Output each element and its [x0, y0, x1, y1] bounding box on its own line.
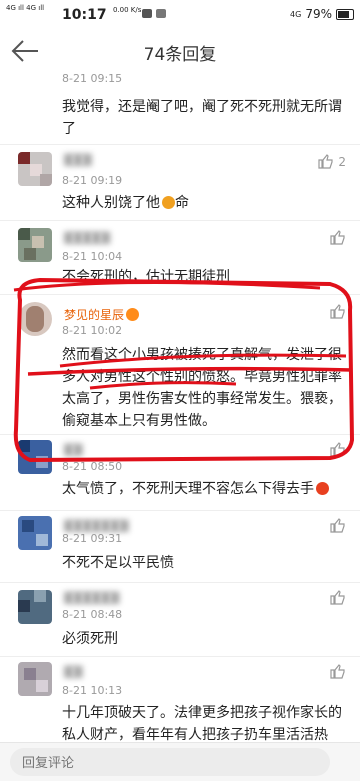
thumbs-up-icon	[330, 664, 345, 679]
comment-date: 8-21 08:50	[62, 460, 123, 473]
user-name[interactable]: ▇▇▇	[64, 152, 92, 166]
comment-item[interactable]: ▇▇▇▇▇ 8-21 10:04 不会死刑的，估计无期徒刑	[0, 222, 360, 295]
battery-percent: 79%	[305, 7, 332, 21]
user-name[interactable]: ▇▇	[64, 442, 82, 456]
comment-item[interactable]: ▇▇▇▇▇▇ 8-21 08:48 必须死刑	[0, 584, 360, 657]
crying-face-emoji-icon	[126, 308, 140, 321]
user-name[interactable]: 梦见的星辰	[64, 306, 140, 323]
thumbs-up-icon	[330, 230, 345, 245]
comment-text: 然而看这个小男孩被揍死了真解气，发泄了很多人对男性这个性别的愤怒。毕竟男性犯罪率…	[62, 347, 342, 429]
status-time: 10:17	[62, 7, 107, 23]
comment-item[interactable]: ▇▇▇▇▇▇▇ 8-21 09:31 不死不足以平民愤	[0, 512, 360, 583]
notification-icon	[142, 9, 152, 18]
laughing-face-emoji-icon	[162, 196, 175, 209]
status-bar: 4G ıll 4G ıll 10:17 0.00 K/s 4G 79%	[0, 0, 360, 30]
like-button[interactable]	[330, 518, 346, 533]
like-button[interactable]	[330, 664, 346, 679]
battery-icon	[336, 8, 354, 20]
avatar[interactable]	[18, 516, 52, 550]
like-button[interactable]	[330, 590, 346, 605]
comment-date: 8-21 09:19	[62, 174, 123, 187]
status-right: 4G 79%	[290, 7, 354, 21]
like-button[interactable]	[330, 230, 346, 245]
like-button[interactable]: 2	[318, 154, 346, 169]
comment-text: 不死不足以平民愤	[62, 555, 174, 571]
comment-text: 这种人别饶了他命	[62, 195, 189, 211]
network-indicator-right: 4G	[290, 9, 302, 19]
thumbs-up-icon	[330, 442, 345, 457]
thumbs-up-icon	[318, 154, 333, 169]
comment-item[interactable]: ▇▇ 8-21 08:50 太气愤了，不死刑天理不容怎么下得去手	[0, 436, 360, 511]
like-button[interactable]	[330, 304, 346, 319]
avatar[interactable]	[18, 152, 52, 186]
comment-date: 8-21 09:15	[62, 72, 123, 85]
comment-date: 8-21 09:31	[62, 532, 123, 545]
angry-face-emoji-icon	[316, 482, 329, 495]
network-indicator-left: 4G ıll 4G ıll	[6, 4, 45, 12]
avatar[interactable]	[18, 662, 52, 696]
like-button[interactable]	[330, 442, 346, 457]
comment-date: 8-21 10:02	[62, 324, 123, 337]
comment-text: 必须死刑	[62, 631, 118, 647]
user-name[interactable]: ▇▇▇▇▇	[64, 230, 110, 244]
notification-icon	[156, 9, 166, 18]
like-count: 2	[338, 154, 346, 169]
user-name[interactable]: ▇▇	[64, 664, 82, 678]
comment-text: 我觉得，还是阉了吧，阉了死不死刑就无所谓了	[62, 99, 342, 137]
avatar[interactable]	[18, 590, 52, 624]
user-name[interactable]: ▇▇▇▇▇▇▇	[64, 518, 129, 532]
comment-text: 不会死刑的，估计无期徒刑	[62, 269, 230, 285]
comment-date: 8-21 08:48	[62, 608, 123, 621]
thumbs-up-icon	[330, 590, 345, 605]
thumbs-up-icon	[330, 304, 345, 319]
comment-date: 8-21 10:13	[62, 684, 123, 697]
comment-text: 十几年顶破天了。法律更多把孩子视作家长的私人财产，看年年有人把孩子扔车里活活热	[62, 705, 342, 743]
reply-input[interactable]	[10, 748, 330, 776]
comment-item[interactable]: 8-21 09:15 我觉得，还是阉了吧，阉了死不死刑就无所谓了	[0, 72, 360, 145]
network-speed: 0.00 K/s	[113, 6, 142, 14]
user-name[interactable]: ▇▇▇▇▇▇	[64, 590, 119, 604]
thumbs-up-icon	[330, 518, 345, 533]
avatar[interactable]	[18, 440, 52, 474]
comment-item[interactable]: ▇▇ 8-21 10:13 十几年顶破天了。法律更多把孩子视作家长的私人财产，看…	[0, 658, 360, 743]
comment-text: 太气愤了，不死刑天理不容怎么下得去手	[62, 478, 342, 500]
comment-date: 8-21 10:04	[62, 250, 123, 263]
comment-item[interactable]: ▇▇▇ 8-21 09:19 2 这种人别饶了他命	[0, 144, 360, 221]
avatar[interactable]	[18, 302, 52, 336]
page-title: 74条回复	[143, 45, 217, 65]
avatar[interactable]	[18, 228, 52, 262]
reply-bar	[0, 742, 360, 781]
comment-item[interactable]: 梦见的星辰 8-21 10:02 然而看这个小男孩被揍死了真解气，发泄了很多人对…	[0, 296, 360, 435]
top-header: 74条回复	[0, 30, 360, 72]
